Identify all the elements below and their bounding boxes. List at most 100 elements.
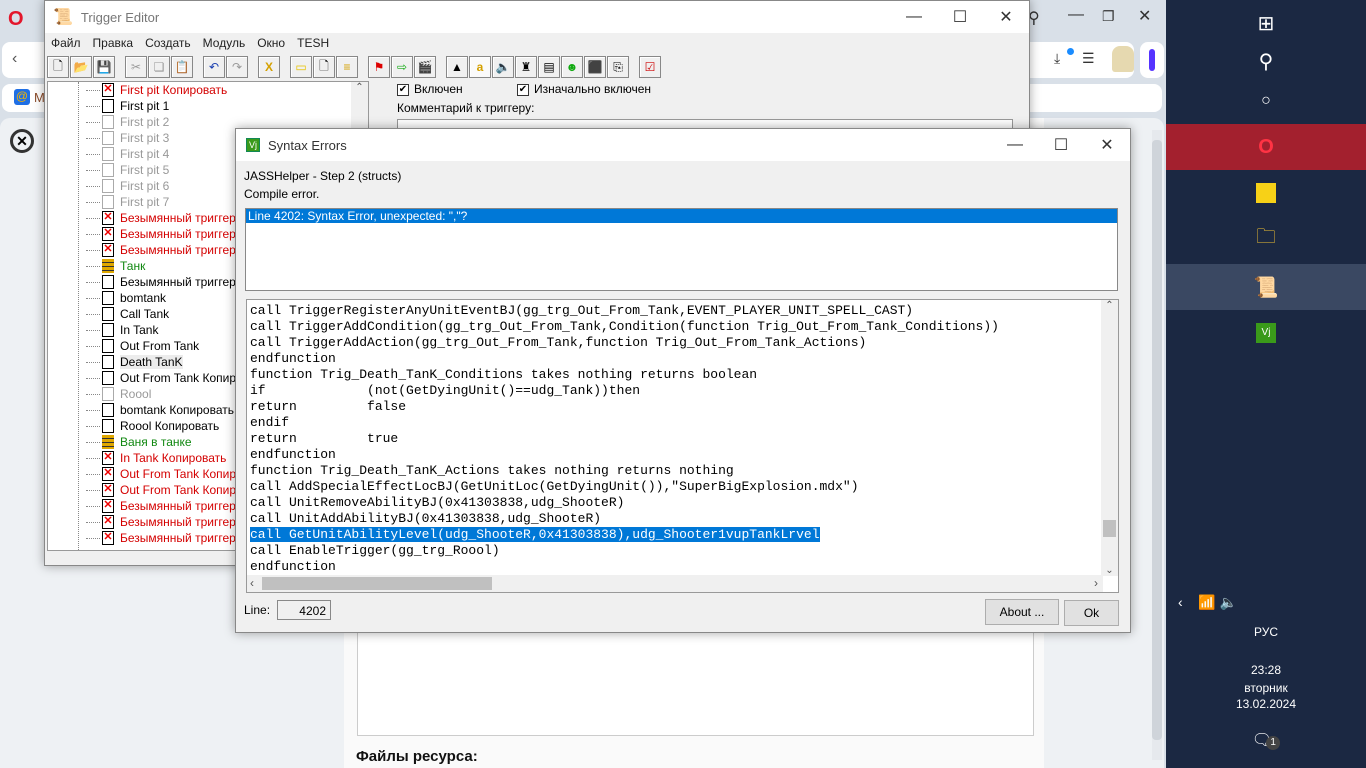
volume-icon[interactable]: 🔈: [1220, 594, 1237, 610]
tree-item[interactable]: Death TanK: [86, 354, 183, 370]
check-syntax-icon[interactable]: ☑: [639, 56, 661, 78]
terrain-editor-icon[interactable]: ▲: [446, 56, 468, 78]
sidebar-toggle[interactable]: [1140, 42, 1164, 78]
code-line[interactable]: endfunction: [250, 351, 999, 367]
language-indicator[interactable]: РУС: [1166, 625, 1366, 639]
tree-item[interactable]: In Tank: [86, 322, 158, 338]
tree-item[interactable]: Безымянный триггер 002: [86, 274, 259, 290]
tree-item[interactable]: bomtank: [86, 290, 166, 306]
ok-button[interactable]: Ok: [1064, 600, 1119, 626]
tree-item[interactable]: First pit 7: [86, 194, 169, 210]
file-explorer-icon[interactable]: 🗀: [1166, 216, 1366, 262]
notifications-icon[interactable]: 🗨1: [1166, 730, 1366, 750]
code-line[interactable]: call UnitRemoveAbilityBJ(0x41303838,udg_…: [250, 495, 999, 511]
close-icon[interactable]: ✕: [1138, 6, 1151, 26]
test-map-icon[interactable]: ⎘: [607, 56, 629, 78]
campaign-editor-icon[interactable]: ▤: [538, 56, 560, 78]
code-line[interactable]: return true: [250, 431, 999, 447]
menu-window[interactable]: Окно: [257, 36, 285, 50]
code-line[interactable]: endfunction: [250, 447, 999, 463]
trigger-editor-icon[interactable]: a: [469, 56, 491, 78]
clock-date[interactable]: 13.02.2024: [1166, 697, 1366, 711]
paste-icon[interactable]: 📋: [171, 56, 193, 78]
redo-icon[interactable]: ↷: [226, 56, 248, 78]
code-line[interactable]: function Trig_Death_TanK_Actions takes n…: [250, 463, 999, 479]
jasshelper-taskbar-icon[interactable]: Vj: [1166, 310, 1366, 356]
code-line[interactable]: call TriggerRegisterAnyUnitEventBJ(gg_tr…: [250, 303, 999, 319]
tree-item[interactable]: ✕ Безымянный триггер 112: [86, 514, 258, 530]
tree-item[interactable]: First pit 1: [86, 98, 169, 114]
restore-icon[interactable]: ❐: [1102, 8, 1115, 25]
undo-icon[interactable]: ↶: [203, 56, 225, 78]
horizontal-scrollbar[interactable]: ‹ ›: [247, 575, 1103, 592]
line-number-field[interactable]: 4202: [277, 600, 331, 620]
menu-file[interactable]: Файл: [51, 36, 81, 50]
close-circle-icon[interactable]: ✕: [10, 129, 34, 153]
menu-edit[interactable]: Правка: [93, 36, 134, 50]
clock-day[interactable]: вторник: [1166, 681, 1366, 695]
save-icon[interactable]: 💾: [93, 56, 115, 78]
cut-icon[interactable]: ✂: [125, 56, 147, 78]
cortana-circle-icon[interactable]: ○: [1166, 78, 1366, 124]
back-icon[interactable]: ‹: [12, 50, 17, 68]
delete-icon[interactable]: X: [258, 56, 280, 78]
close-button[interactable]: ✕: [1084, 135, 1130, 155]
tree-item[interactable]: Ваня в танке: [86, 434, 192, 450]
open-icon[interactable]: 📂: [70, 56, 92, 78]
maximize-button[interactable]: ☐: [1038, 135, 1084, 155]
new-event-icon[interactable]: ⚑: [368, 56, 390, 78]
tree-item[interactable]: Out From Tank: [86, 338, 199, 354]
code-line[interactable]: call EnableTrigger(gg_trg_Roool): [250, 543, 999, 559]
scroll-thumb[interactable]: [262, 577, 492, 590]
settings-sliders-icon[interactable]: ☰: [1082, 50, 1095, 67]
tree-item[interactable]: Roool Копировать: [86, 418, 219, 434]
tree-item[interactable]: First pit 6: [86, 178, 169, 194]
code-line[interactable]: call GetUnitAbilityLevel(udg_ShooteR,0x4…: [250, 527, 999, 543]
new-category-icon[interactable]: ▭: [290, 56, 312, 78]
tree-item[interactable]: Танк: [86, 258, 145, 274]
code-line[interactable]: endfunction: [250, 559, 999, 575]
close-button[interactable]: ✕: [983, 7, 1029, 27]
tree-item[interactable]: bomtank Копировать: [86, 402, 234, 418]
menu-module[interactable]: Модуль: [203, 36, 246, 50]
vertical-scrollbar[interactable]: ⌃ ⌄: [1101, 300, 1118, 576]
sound-editor-icon[interactable]: 🔈: [492, 56, 514, 78]
tree-item[interactable]: First pit 4: [86, 146, 169, 162]
new-action-icon[interactable]: 🎬: [414, 56, 436, 78]
avatar[interactable]: [1112, 46, 1134, 72]
opera-taskbar-icon[interactable]: O: [1166, 124, 1366, 170]
import-manager-icon[interactable]: ⬛: [584, 56, 606, 78]
page-scrollbar[interactable]: [1152, 130, 1162, 760]
code-line[interactable]: call TriggerAddAction(gg_trg_Out_From_Ta…: [250, 335, 999, 351]
tree-item[interactable]: ✕ Безымянный триггер 134: [86, 226, 259, 242]
initially-enabled-checkbox[interactable]: ✔ Изначально включен: [517, 82, 651, 96]
trigger-editor-taskbar-icon[interactable]: 📜: [1166, 264, 1366, 310]
download-icon[interactable]: ⤓: [1054, 50, 1060, 67]
code-line[interactable]: if (not(GetDyingUnit()==udg_Tank))then: [250, 383, 999, 399]
code-line[interactable]: call AddSpecialEffectLocBJ(GetUnitLoc(Ge…: [250, 479, 999, 495]
error-list[interactable]: Line 4202: Syntax Error, unexpected: ","…: [245, 208, 1118, 291]
code-line[interactable]: call UnitAddAbilityBJ(0x41303838,udg_Sho…: [250, 511, 999, 527]
copy-icon[interactable]: ❏: [148, 56, 170, 78]
tree-item[interactable]: First pit 3: [86, 130, 169, 146]
menu-create[interactable]: Создать: [145, 36, 191, 50]
about-button[interactable]: About ...: [985, 599, 1059, 625]
opera-logo-icon[interactable]: O: [8, 8, 24, 31]
ai-editor-icon[interactable]: ☻: [561, 56, 583, 78]
enabled-checkbox[interactable]: ✔ Включен: [397, 82, 463, 96]
new-comment-icon[interactable]: ≡: [336, 56, 358, 78]
clock-time[interactable]: 23:28: [1166, 663, 1366, 677]
tray-icons[interactable]: ‹ 📶 🔈: [1166, 594, 1366, 611]
minimize-button[interactable]: —: [992, 136, 1038, 154]
object-editor-icon[interactable]: ♜: [515, 56, 537, 78]
scroll-thumb[interactable]: [1103, 520, 1116, 537]
tree-item[interactable]: First pit 2: [86, 114, 169, 130]
code-view[interactable]: call TriggerRegisterAnyUnitEventBJ(gg_tr…: [246, 299, 1119, 593]
code-line[interactable]: call TriggerAddCondition(gg_trg_Out_From…: [250, 319, 999, 335]
tree-item[interactable]: ✕ Безымянный триггер 002: [86, 210, 259, 226]
code-line[interactable]: endif: [250, 415, 999, 431]
code-line[interactable]: return false: [250, 399, 999, 415]
mail-at-icon[interactable]: @: [14, 89, 30, 105]
new-icon[interactable]: 🗋: [47, 56, 69, 78]
tree-item[interactable]: ✕ Безымянный триггер 020: [86, 242, 259, 258]
